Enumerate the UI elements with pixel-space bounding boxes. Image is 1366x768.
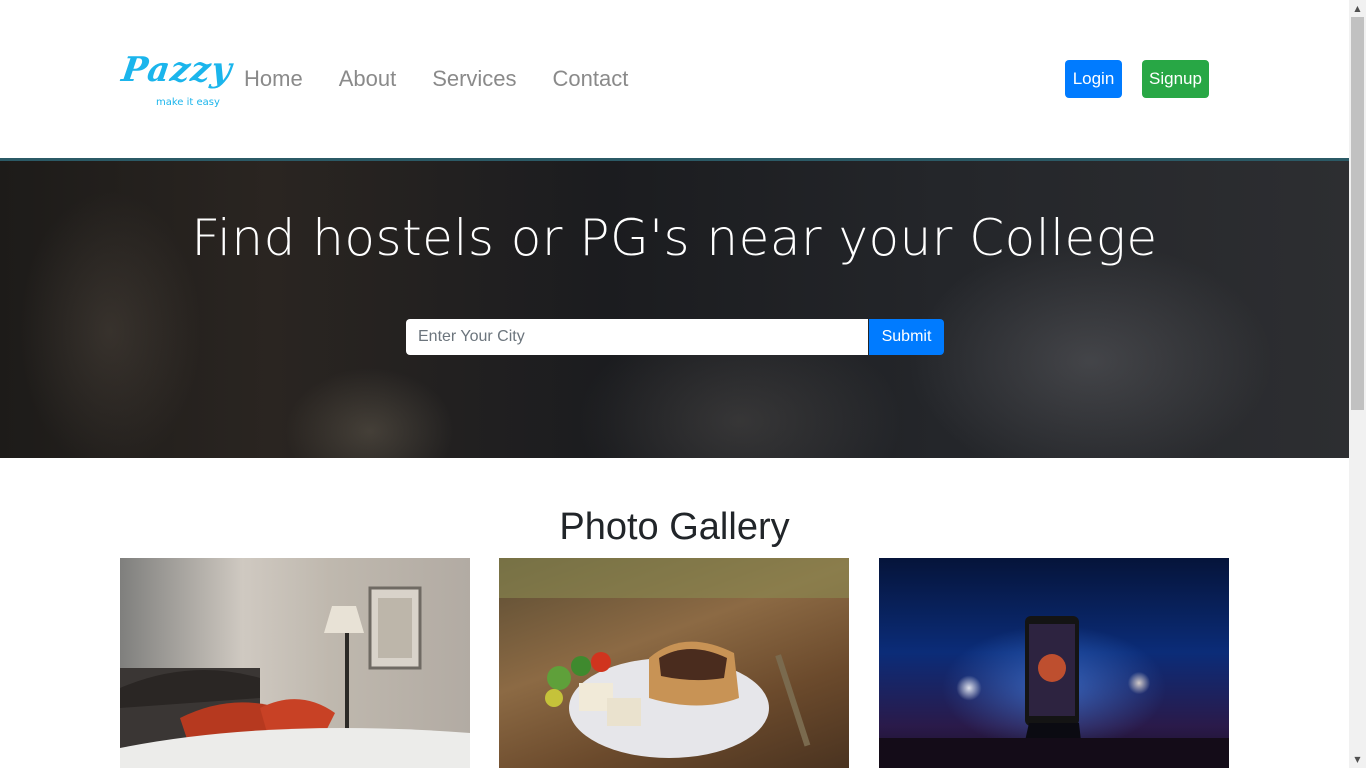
concert-illustration xyxy=(879,616,1229,768)
hero-banner: Find hostels or PG's near your College S… xyxy=(0,158,1349,458)
login-button[interactable]: Login xyxy=(1065,60,1122,98)
brand-tagline: make it easy xyxy=(156,97,220,108)
navbar: Pazzy make it easy Home About Services C… xyxy=(0,0,1349,158)
submit-button[interactable]: Submit xyxy=(869,319,944,355)
page-scrollbar[interactable]: ▲ ▼ xyxy=(1349,0,1366,768)
scrollbar-thumb[interactable] xyxy=(1351,17,1364,410)
brand-logo[interactable]: Pazzy make it easy xyxy=(119,50,235,114)
signup-button[interactable]: Signup xyxy=(1142,60,1209,98)
gallery-photo-food xyxy=(499,558,849,768)
brand-name: Pazzy xyxy=(119,50,235,90)
food-plate-illustration xyxy=(499,558,849,758)
nav-links: Home About Services Contact xyxy=(244,66,664,92)
scroll-up-arrow-icon[interactable]: ▲ xyxy=(1349,0,1366,17)
bedroom-illustration xyxy=(120,586,470,768)
gallery-photo-bedroom xyxy=(120,558,470,768)
hero-title: Find hostels or PG's near your College xyxy=(191,209,1158,267)
scroll-down-arrow-icon[interactable]: ▼ xyxy=(1349,751,1366,768)
nav-link-about[interactable]: About xyxy=(339,66,397,92)
nav-link-contact[interactable]: Contact xyxy=(553,66,629,92)
city-search-input[interactable] xyxy=(406,319,868,355)
nav-link-services[interactable]: Services xyxy=(432,66,516,92)
nav-link-home[interactable]: Home xyxy=(244,66,303,92)
gallery-photo-concert xyxy=(879,558,1229,768)
gallery-title: Photo Gallery xyxy=(559,506,790,548)
